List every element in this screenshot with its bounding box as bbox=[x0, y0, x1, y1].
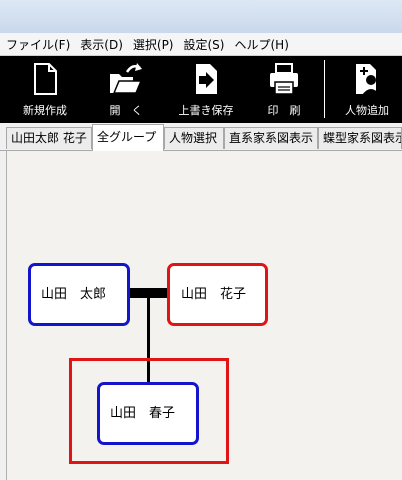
tab-person-select[interactable]: 人物選択 bbox=[164, 127, 224, 149]
new-document-icon bbox=[34, 63, 57, 95]
save-arrow-icon bbox=[196, 64, 217, 94]
add-person-label: 人物追加 bbox=[345, 104, 389, 117]
tab-butterfly-tree[interactable]: 蝶型家系図表示 bbox=[318, 127, 402, 149]
save-button[interactable]: 上書き保存 bbox=[172, 56, 240, 123]
person-card-mother[interactable]: 山田 花子 bbox=[167, 263, 268, 326]
tab-direct-tree[interactable]: 直系家系図表示 bbox=[224, 127, 318, 149]
printer-icon bbox=[270, 63, 298, 95]
family-tree-canvas[interactable]: 山田 太郎 山田 花子 山田 春子 bbox=[6, 151, 402, 480]
new-button[interactable]: 新規作成 bbox=[12, 56, 78, 123]
toolbar-separator bbox=[324, 60, 325, 118]
open-label: 開 く bbox=[109, 104, 143, 117]
menu-help[interactable]: ヘルプ(H) bbox=[228, 36, 292, 53]
add-person-button[interactable]: 人物追加 bbox=[334, 56, 400, 123]
menu-settings[interactable]: 設定(S) bbox=[178, 36, 229, 53]
print-label: 印 刷 bbox=[267, 104, 301, 117]
tab-all-groups[interactable]: 全グループ bbox=[92, 124, 164, 151]
person-name: 山田 太郎 bbox=[41, 287, 107, 302]
person-card-father[interactable]: 山田 太郎 bbox=[28, 263, 130, 326]
menu-file[interactable]: ファイル(F) bbox=[0, 36, 74, 53]
open-folder-icon bbox=[110, 63, 143, 94]
person-name: 山田 春子 bbox=[110, 406, 176, 421]
window-titlebar bbox=[0, 0, 402, 34]
menu-select[interactable]: 選択(P) bbox=[127, 36, 178, 53]
tab-bar: 山田太郎 花子 全グループ 人物選択 直系家系図表示 蝶型家系図表示 bbox=[0, 123, 402, 151]
person-card-child[interactable]: 山田 春子 bbox=[97, 382, 199, 445]
person-name: 山田 花子 bbox=[181, 287, 247, 302]
add-person-icon bbox=[356, 64, 380, 95]
tab-family[interactable]: 山田太郎 花子 bbox=[6, 127, 92, 149]
menu-view[interactable]: 表示(D) bbox=[74, 36, 127, 53]
menu-bar: ファイル(F) 表示(D) 選択(P) 設定(S) ヘルプ(H) bbox=[0, 33, 402, 56]
open-button[interactable]: 開 く bbox=[93, 56, 159, 123]
new-label: 新規作成 bbox=[23, 104, 67, 117]
marriage-line bbox=[129, 288, 169, 298]
save-label: 上書き保存 bbox=[178, 104, 234, 117]
print-button[interactable]: 印 刷 bbox=[252, 56, 316, 123]
toolbar: 新規作成 開 く 上書き保存 印 刷 人物追加 bbox=[0, 56, 402, 123]
